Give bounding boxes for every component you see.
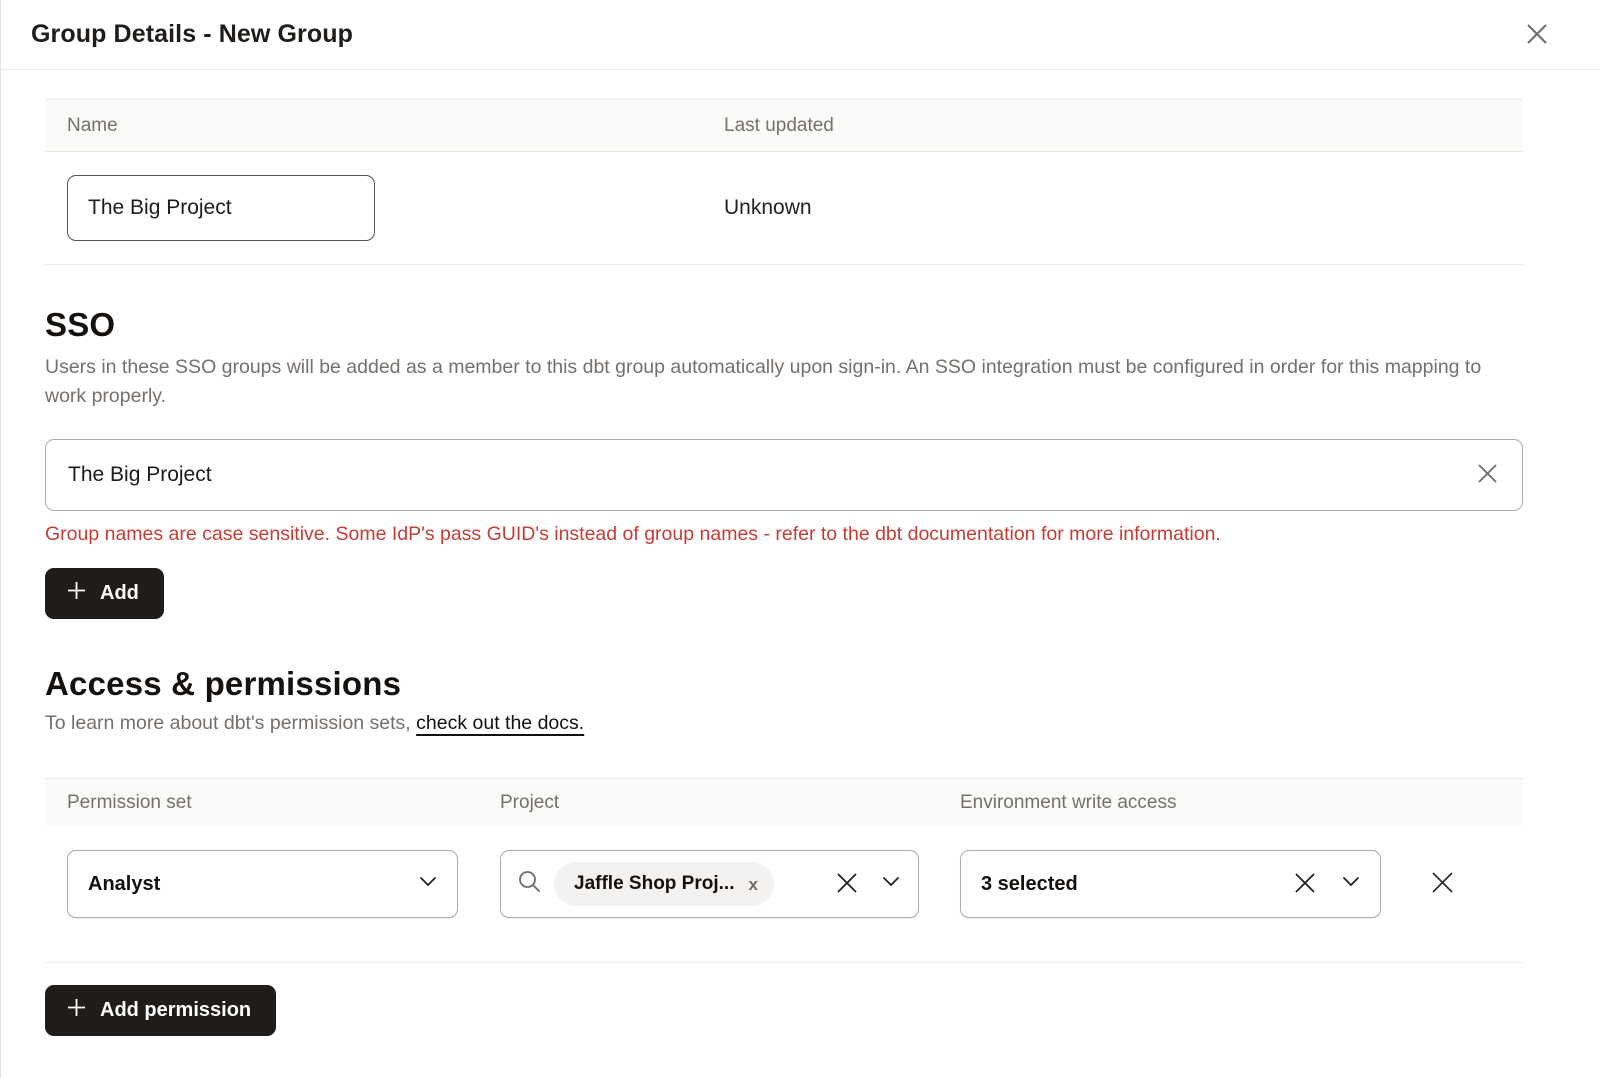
docs-link[interactable]: check out the docs. xyxy=(416,712,584,734)
clear-icon xyxy=(834,870,860,899)
remove-row-icon xyxy=(1429,869,1456,899)
column-header-project: Project xyxy=(478,792,938,814)
add-permission-button[interactable]: Add permission xyxy=(45,985,276,1036)
remove-permission-row-button[interactable] xyxy=(1429,869,1456,899)
add-button-label: Add xyxy=(100,582,139,605)
column-header-environment-write-access: Environment write access xyxy=(938,792,1523,814)
column-header-last-updated: Last updated xyxy=(702,115,1523,137)
project-tag: Jaffle Shop Proj... x xyxy=(554,862,774,906)
column-header-name: Name xyxy=(45,115,702,137)
docs-prefix: To learn more about dbt's permission set… xyxy=(45,712,416,734)
permissions-table: Permission set Project Environment write… xyxy=(45,778,1523,963)
group-name-input[interactable] xyxy=(67,175,375,241)
environment-access-select[interactable]: 3 selected xyxy=(960,850,1381,918)
panel-header: Group Details - New Group xyxy=(1,0,1600,70)
permissions-table-header: Permission set Project Environment write… xyxy=(45,778,1523,826)
group-table-row: Unknown xyxy=(45,152,1523,265)
chevron-down-icon xyxy=(1342,875,1360,893)
group-details-panel: Group Details - New Group Name Last upda… xyxy=(0,0,1600,1078)
environment-clear-button[interactable] xyxy=(1292,870,1318,899)
sso-section-heading: SSO xyxy=(45,306,1523,344)
close-icon xyxy=(1524,21,1550,50)
last-updated-value: Unknown xyxy=(702,196,1523,220)
sso-description: Users in these SSO groups will be added … xyxy=(45,353,1523,411)
add-permission-button-label: Add permission xyxy=(100,999,251,1022)
close-button[interactable] xyxy=(1522,20,1552,50)
permission-set-select[interactable]: Analyst xyxy=(67,850,458,918)
project-multiselect[interactable]: Jaffle Shop Proj... x xyxy=(500,850,919,918)
chevron-down-icon xyxy=(419,875,437,893)
sso-error-message: Group names are case sensitive. Some IdP… xyxy=(45,523,1523,546)
plus-icon xyxy=(66,997,87,1024)
clear-icon xyxy=(1292,870,1318,899)
plus-icon xyxy=(66,580,87,607)
clear-icon xyxy=(1475,461,1500,489)
sso-group-input[interactable] xyxy=(68,463,1475,487)
project-tag-label: Jaffle Shop Proj... xyxy=(574,873,734,895)
sso-group-field xyxy=(45,439,1523,511)
environment-access-value: 3 selected xyxy=(981,873,1078,896)
project-clear-button[interactable] xyxy=(834,870,860,899)
group-table-header: Name Last updated xyxy=(45,99,1523,152)
project-tag-remove-icon[interactable]: x xyxy=(748,876,757,893)
access-section-heading: Access & permissions xyxy=(45,665,1523,703)
chevron-down-icon xyxy=(882,875,900,893)
sso-group-clear-button[interactable] xyxy=(1475,461,1500,489)
search-icon xyxy=(517,869,542,899)
add-sso-group-button[interactable]: Add xyxy=(45,568,164,619)
docs-line: To learn more about dbt's permission set… xyxy=(45,712,1523,735)
permission-row: Analyst Jaffle Shop Proj... xyxy=(45,826,1523,963)
column-header-permission-set: Permission set xyxy=(45,792,478,814)
group-info-table: Name Last updated Unknown xyxy=(45,99,1523,265)
permission-set-value: Analyst xyxy=(88,873,160,896)
page-title: Group Details - New Group xyxy=(31,20,353,49)
